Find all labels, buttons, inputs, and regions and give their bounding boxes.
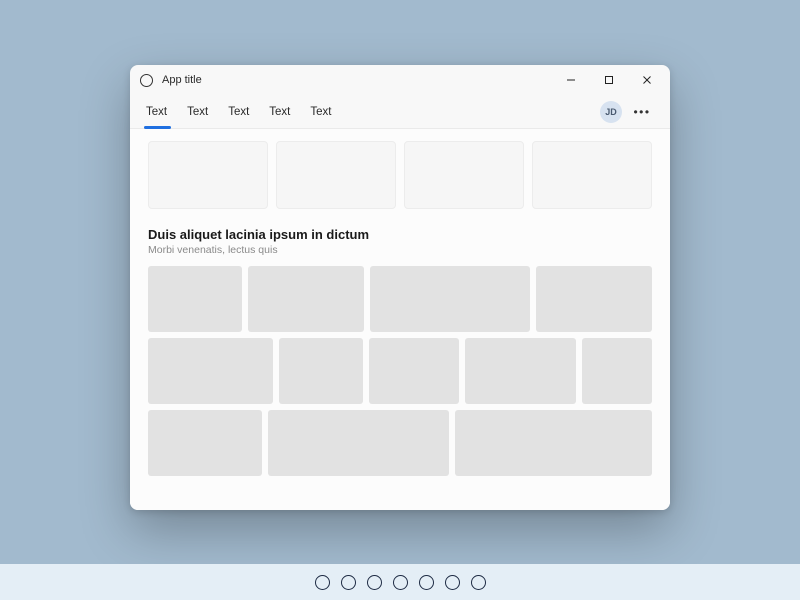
tab-1[interactable]: Text bbox=[177, 95, 218, 128]
tab-0[interactable]: Text bbox=[144, 95, 177, 128]
tab-label: Text bbox=[228, 106, 249, 118]
taskbar-item[interactable] bbox=[315, 575, 330, 590]
tile[interactable] bbox=[536, 266, 652, 332]
taskbar-item[interactable] bbox=[445, 575, 460, 590]
tile[interactable] bbox=[248, 266, 364, 332]
taskbar-item[interactable] bbox=[367, 575, 382, 590]
card[interactable] bbox=[148, 141, 268, 209]
tile[interactable] bbox=[369, 338, 459, 404]
tab-label: Text bbox=[310, 106, 331, 118]
card[interactable] bbox=[532, 141, 652, 209]
section-title: Duis aliquet lacinia ipsum in dictum bbox=[148, 227, 652, 242]
taskbar-item[interactable] bbox=[471, 575, 486, 590]
taskbar-item[interactable] bbox=[419, 575, 434, 590]
tile-grid bbox=[148, 266, 652, 476]
tile[interactable] bbox=[148, 338, 273, 404]
tab-label: Text bbox=[269, 106, 290, 118]
tab-3[interactable]: Text bbox=[259, 95, 300, 128]
grid-row bbox=[148, 266, 652, 332]
titlebar: App title bbox=[130, 65, 670, 95]
minimize-button[interactable] bbox=[552, 65, 590, 95]
close-button[interactable] bbox=[628, 65, 666, 95]
tile[interactable] bbox=[268, 410, 450, 476]
card-row bbox=[148, 141, 652, 209]
tile[interactable] bbox=[582, 338, 652, 404]
tab-4[interactable]: Text bbox=[300, 95, 341, 128]
tile[interactable] bbox=[455, 410, 652, 476]
tile[interactable] bbox=[279, 338, 362, 404]
tab-2[interactable]: Text bbox=[218, 95, 259, 128]
app-icon bbox=[140, 74, 153, 87]
tile[interactable] bbox=[148, 266, 242, 332]
tab-label: Text bbox=[187, 106, 208, 118]
tile[interactable] bbox=[148, 410, 262, 476]
taskbar-item[interactable] bbox=[393, 575, 408, 590]
app-window: App title Text Text Text Text Text JD ••… bbox=[130, 65, 670, 510]
tab-label: Text bbox=[146, 106, 167, 118]
tile[interactable] bbox=[370, 266, 530, 332]
taskbar bbox=[0, 564, 800, 600]
more-icon: ••• bbox=[633, 105, 650, 119]
tile[interactable] bbox=[465, 338, 576, 404]
card[interactable] bbox=[404, 141, 524, 209]
taskbar-item[interactable] bbox=[341, 575, 356, 590]
app-title: App title bbox=[162, 74, 202, 86]
content: Duis aliquet lacinia ipsum in dictum Mor… bbox=[130, 129, 670, 510]
maximize-button[interactable] bbox=[590, 65, 628, 95]
section-subtitle: Morbi venenatis, lectus quis bbox=[148, 244, 652, 256]
grid-row bbox=[148, 410, 652, 476]
avatar[interactable]: JD bbox=[600, 101, 622, 123]
grid-row bbox=[148, 338, 652, 404]
navbar: Text Text Text Text Text JD ••• bbox=[130, 95, 670, 129]
close-icon bbox=[642, 75, 652, 85]
card[interactable] bbox=[276, 141, 396, 209]
more-button[interactable]: ••• bbox=[628, 98, 656, 126]
minimize-icon bbox=[566, 75, 576, 85]
avatar-initials: JD bbox=[605, 107, 617, 117]
maximize-icon bbox=[604, 75, 614, 85]
